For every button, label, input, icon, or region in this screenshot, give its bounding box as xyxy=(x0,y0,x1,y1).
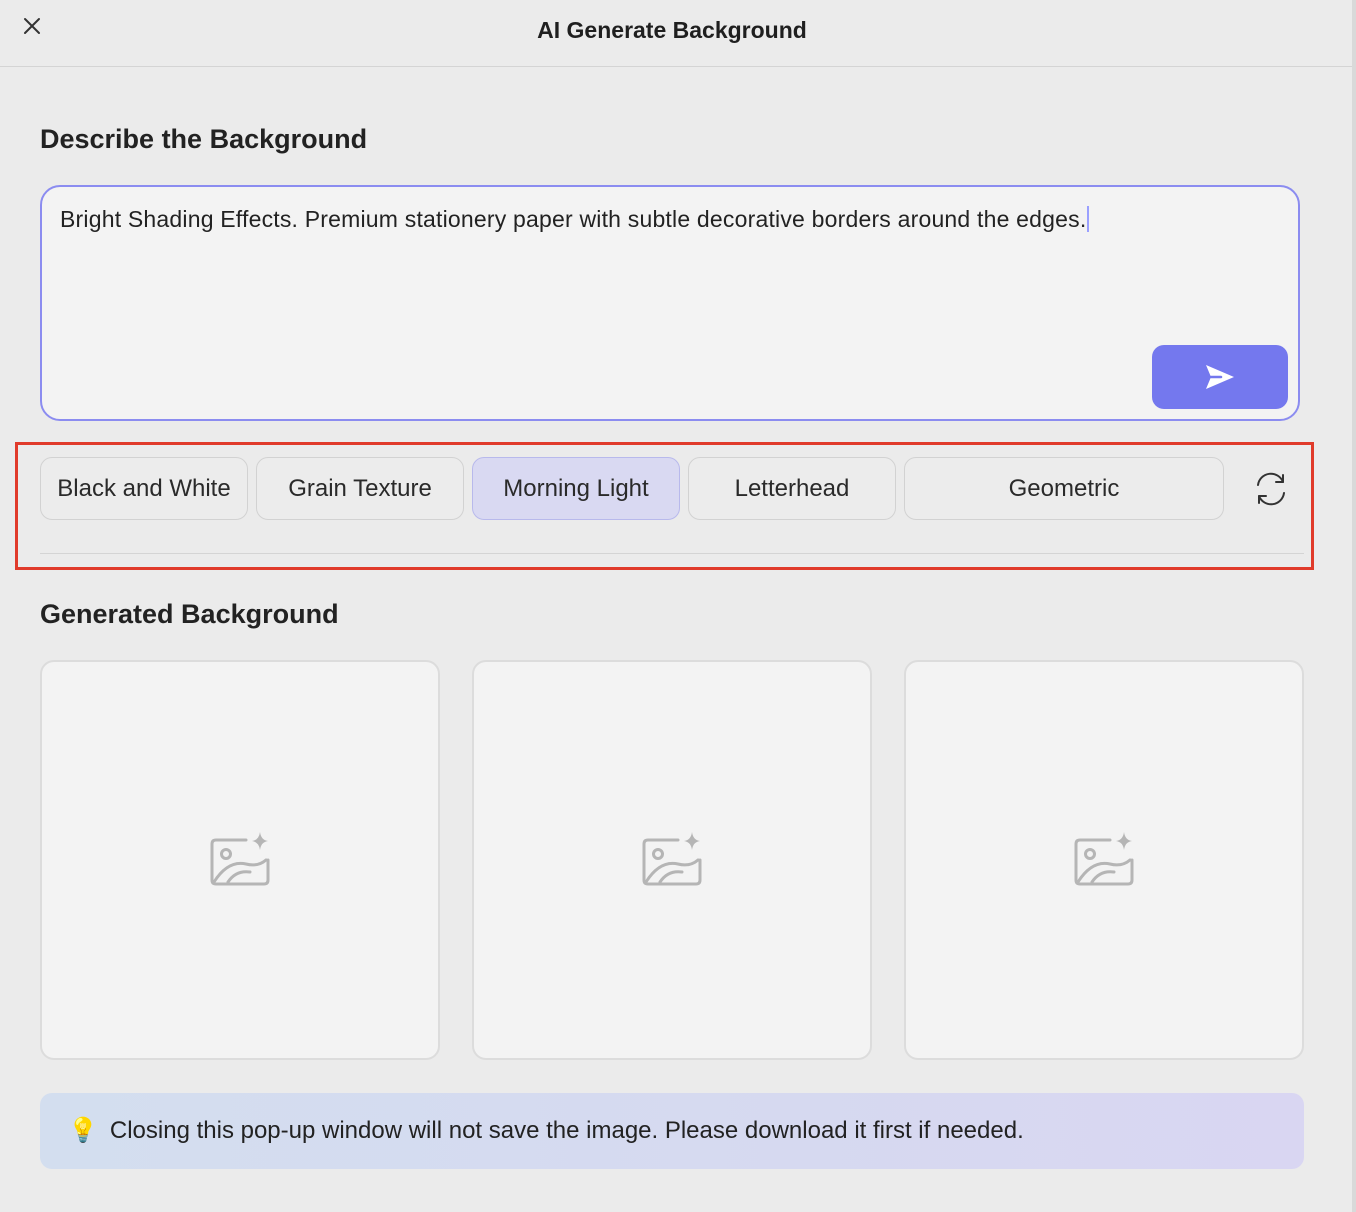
image-sparkle-icon xyxy=(642,832,702,886)
send-icon xyxy=(1206,365,1234,389)
prompt-textarea[interactable]: Bright Shading Effects. Premium statione… xyxy=(40,185,1300,421)
image-sparkle-icon xyxy=(1074,832,1134,886)
style-chip-geometric[interactable]: Geometric xyxy=(904,457,1224,520)
notice-text: Closing this pop-up window will not save… xyxy=(109,1117,1024,1144)
text-caret xyxy=(1087,206,1090,232)
style-chip-black-and-white[interactable]: Black and White xyxy=(40,457,248,520)
send-button[interactable] xyxy=(1152,345,1288,409)
generated-section-title: Generated Background xyxy=(40,599,339,629)
refresh-icon xyxy=(1257,472,1285,506)
prompt-text-container: Bright Shading Effects. Premium statione… xyxy=(60,206,1090,233)
describe-section-title: Describe the Background xyxy=(40,124,368,154)
style-chip-letterhead[interactable]: Letterhead xyxy=(688,457,896,520)
save-warning-notice: 💡 Closing this pop-up window will not sa… xyxy=(40,1093,1304,1169)
style-chip-morning-light[interactable]: Morning Light xyxy=(472,457,680,520)
window-right-edge xyxy=(1352,0,1356,1212)
refresh-suggestions-button[interactable] xyxy=(1246,466,1296,512)
lightbulb-icon: 💡 xyxy=(68,1117,98,1144)
style-chip-grain-texture[interactable]: Grain Texture xyxy=(256,457,464,520)
generated-image-card-2[interactable] xyxy=(472,660,872,1060)
window-title: AI Generate Background xyxy=(537,17,807,43)
prompt-text[interactable]: Bright Shading Effects. Premium statione… xyxy=(60,206,1086,232)
title-bar: AI Generate Background xyxy=(0,0,1352,67)
section-divider xyxy=(40,553,1304,554)
generated-image-card-1[interactable] xyxy=(40,660,440,1060)
generated-image-card-3[interactable] xyxy=(904,660,1304,1060)
image-sparkle-icon xyxy=(210,832,270,886)
